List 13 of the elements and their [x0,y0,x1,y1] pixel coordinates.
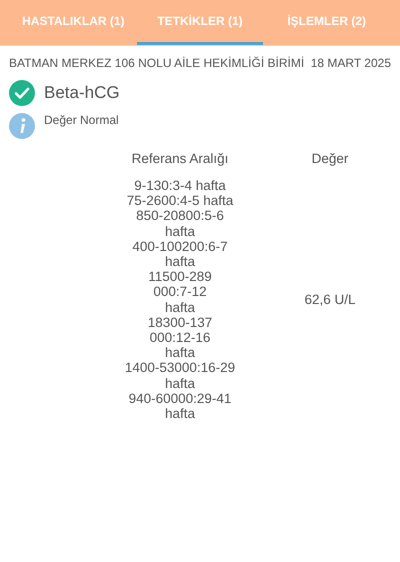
reference-range: 9-130:3-4 hafta 75-2600:4-5 hafta 850-20800:5-6 hafta 400-100200:6-7 hafta 11500-289 000:7-12 hafta 18300-137 000:12-16 hafta 1400-53000:16-29 hafta 940-60000:29-41 hafta [124,178,236,422]
facility-name: BATMAN MERKEZ 106 NOLU AİLE HEKİMLİĞİ BİRİMİ [9,56,304,70]
column-header: Referans Aralığı [130,151,230,166]
check-icon [9,80,35,106]
column-header: Değer [310,151,350,166]
tab[interactable]: HASTALIKLAR (1) [10,0,137,45]
report-date: 18 MART 2025 [310,56,391,70]
status-text: Değer Normal [44,113,119,127]
result-value: 62,6 U/L [303,292,357,308]
tab[interactable]: TETKİKLER (1) [136,0,264,45]
info-icon [9,113,35,139]
tab[interactable]: İŞLEMLER (2) [263,0,390,45]
test-name: Beta-hCG [44,83,120,103]
